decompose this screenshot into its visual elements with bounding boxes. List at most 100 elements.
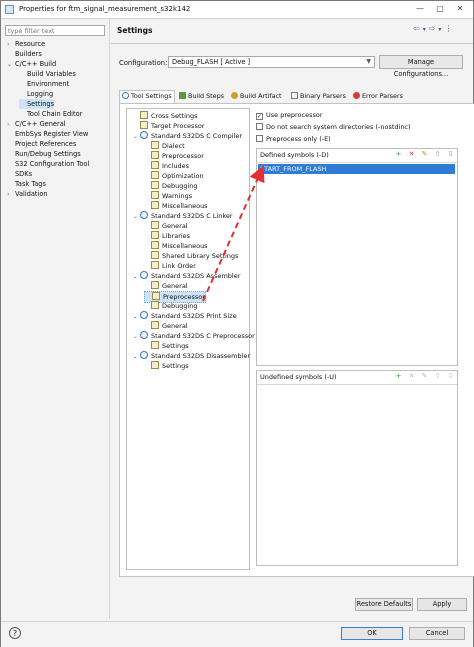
nav-item-embsys[interactable]: EmbSys Register View <box>7 129 88 139</box>
tree-item[interactable]: Warnings <box>144 191 192 201</box>
filter-input[interactable] <box>5 25 105 36</box>
checkbox-box[interactable]: ✓ <box>256 113 263 120</box>
tree-item[interactable]: ⌄ Standard S32DS Disassembler <box>133 351 250 361</box>
move-down-icon[interactable]: ⇩ <box>446 372 455 381</box>
restore-defaults-button[interactable]: Restore Defaults <box>355 598 413 611</box>
tree-item[interactable]: Dialect <box>144 141 185 151</box>
tree-item[interactable]: Link Order <box>144 261 196 271</box>
tree-item[interactable]: Cross Settings <box>133 111 198 121</box>
preprocess-only-checkbox[interactable]: Preprocess only (-E) <box>256 134 331 144</box>
chevron-down-icon[interactable]: ▾ <box>423 26 426 33</box>
tree-item[interactable]: ⌄ Standard S32DS C Linker <box>133 211 233 221</box>
nav-item-resource[interactable]: › Resource <box>7 39 45 49</box>
move-up-icon[interactable]: ⇧ <box>433 372 442 381</box>
splitter[interactable] <box>109 19 110 619</box>
tree-item[interactable]: Target Processor <box>133 121 204 131</box>
close-button[interactable]: ✕ <box>453 3 467 15</box>
checkbox-box[interactable] <box>256 123 263 130</box>
collapse-icon[interactable]: ⌄ <box>133 312 140 322</box>
forward-arrow-icon[interactable]: ⇨ <box>429 24 436 33</box>
nav-item-validation[interactable]: › Validation <box>7 189 48 199</box>
nav-item-settings[interactable]: Settings <box>19 99 55 109</box>
nav-label: SDKs <box>15 170 33 178</box>
minimize-button[interactable]: — <box>413 3 427 15</box>
page-buttons: Restore Defaults Apply <box>111 585 473 611</box>
tree-item[interactable]: Miscellaneous <box>144 201 208 211</box>
undefined-symbols-list: Undefined symbols (-U) + ✕ ✎ ⇧ ⇩ <box>256 370 458 566</box>
defined-symbols-header: Defined symbols (-D) <box>260 151 329 159</box>
nav-item-tool-chain-editor[interactable]: Tool Chain Editor <box>19 109 82 119</box>
nav-item-cpp-general[interactable]: › C/C++ General <box>7 119 66 129</box>
nav-label: Settings <box>27 100 55 108</box>
tree-item[interactable]: Debugging <box>144 181 198 191</box>
tab-build-artifact[interactable]: Build Artifact <box>229 91 284 102</box>
expand-icon[interactable]: › <box>7 190 15 200</box>
tool-settings-icon <box>122 92 129 99</box>
back-arrow-icon[interactable]: ⇦ <box>413 24 420 33</box>
collapse-icon[interactable]: ⌄ <box>133 132 140 142</box>
delete-icon[interactable]: ✕ <box>407 150 416 159</box>
nav-item-environment[interactable]: Environment <box>19 79 69 89</box>
tool-icon <box>140 351 148 359</box>
tree-item[interactable]: Optimization <box>144 171 204 181</box>
use-preprocessor-checkbox[interactable]: ✓ Use preprocessor <box>256 110 323 120</box>
tree-item[interactable]: General <box>144 281 188 291</box>
tree-item[interactable]: Settings <box>144 341 189 351</box>
nav-label: Run/Debug Settings <box>15 150 81 158</box>
move-down-icon[interactable]: ⇩ <box>446 150 455 159</box>
build-steps-icon <box>179 92 186 99</box>
nostdinc-checkbox[interactable]: Do not search system directories (-nostd… <box>256 122 411 132</box>
tree-item[interactable]: General <box>144 321 188 331</box>
checkbox-box[interactable] <box>256 135 263 142</box>
tab-binary-parsers[interactable]: Binary Parsers <box>289 91 348 102</box>
tree-item[interactable]: Libraries <box>144 231 190 241</box>
tree-item[interactable]: General <box>144 221 188 231</box>
menu-icon[interactable]: ⋮ <box>444 24 452 33</box>
nav-item-sdks[interactable]: SDKs <box>7 169 32 179</box>
nav-item-project-references[interactable]: Project References <box>7 139 76 149</box>
tree-item[interactable]: ⌄ Standard S32DS C Compiler <box>133 131 242 141</box>
tab-build-steps[interactable]: Build Steps <box>177 91 226 102</box>
nav-label: Validation <box>15 190 48 198</box>
add-icon[interactable]: + <box>394 372 403 381</box>
nav-label: S32 Configuration Tool <box>15 160 90 168</box>
manage-configurations-button[interactable]: Manage Configurations... <box>379 55 463 78</box>
apply-button[interactable]: Apply <box>417 598 467 611</box>
tab-error-parsers[interactable]: Error Parsers <box>351 91 405 102</box>
collapse-icon[interactable]: ⌄ <box>133 332 140 342</box>
tree-item[interactable]: Shared Library Settings <box>144 251 238 261</box>
collapse-icon[interactable]: ⌄ <box>133 212 140 222</box>
maximize-button[interactable]: ▢ <box>433 3 447 15</box>
settings-icon <box>151 191 159 199</box>
ok-button[interactable]: OK <box>341 627 403 640</box>
tree-item[interactable]: ⌄ Standard S32DS Print Size <box>133 311 237 321</box>
nav-item-cpp-build[interactable]: ⌄ C/C++ Build <box>7 59 56 69</box>
cancel-button[interactable]: Cancel <box>409 627 465 640</box>
nav-item-logging[interactable]: Logging <box>19 89 53 99</box>
tree-item[interactable]: ⌄ Standard S32DS Assembler <box>133 271 240 281</box>
collapse-icon[interactable]: ⌄ <box>133 272 140 282</box>
add-icon[interactable]: + <box>394 150 403 159</box>
configuration-select[interactable]: Debug_FLASH [ Active ] ▼ <box>168 56 375 68</box>
tree-item[interactable]: Miscellaneous <box>144 241 208 251</box>
move-up-icon[interactable]: ⇧ <box>433 150 442 159</box>
delete-icon[interactable]: ✕ <box>407 372 416 381</box>
collapse-icon[interactable]: ⌄ <box>133 352 140 362</box>
tree-item[interactable]: Settings <box>144 361 189 371</box>
tree-item[interactable]: Preprocessor <box>144 151 204 161</box>
nav-item-builders[interactable]: Builders <box>7 49 42 59</box>
nav-item-build-variables[interactable]: Build Variables <box>19 69 76 79</box>
symbol-item[interactable]: START_FROM_FLASH <box>258 164 455 174</box>
help-icon[interactable]: ? <box>9 627 21 639</box>
edit-icon[interactable]: ✎ <box>420 150 429 159</box>
tab-tool-settings[interactable]: Tool Settings <box>119 90 175 104</box>
edit-icon[interactable]: ✎ <box>420 372 429 381</box>
tree-item[interactable]: ⌄ Standard S32DS C Preprocessor <box>133 331 255 341</box>
nav-item-s32-config[interactable]: S32 Configuration Tool <box>7 159 89 169</box>
tree-item[interactable]: Debugging <box>144 301 198 311</box>
collapse-icon[interactable]: ⌄ <box>7 60 15 70</box>
chevron-down-icon[interactable]: ▾ <box>438 26 441 33</box>
tree-item[interactable]: Includes <box>144 161 189 171</box>
nav-item-run-debug[interactable]: Run/Debug Settings <box>7 149 81 159</box>
nav-item-task-tags[interactable]: Task Tags <box>7 179 46 189</box>
